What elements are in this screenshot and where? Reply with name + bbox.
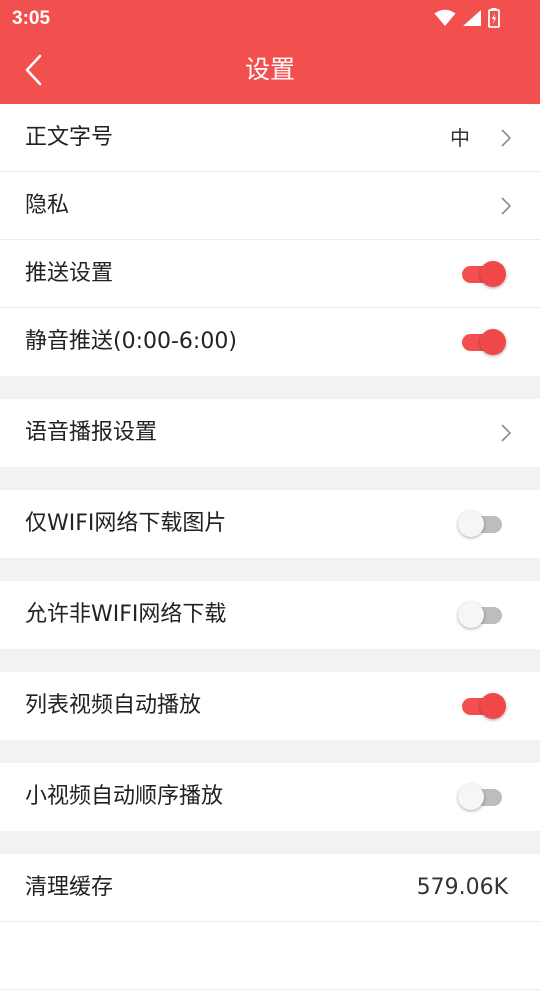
setting-list-video-autoplay: 列表视频自动播放 xyxy=(0,672,540,740)
setting-clear-cache[interactable]: 清理缓存 579.06K xyxy=(0,854,540,922)
setting-short-video-sequence: 小视频自动顺序播放 xyxy=(0,763,540,831)
cache-size-value: 579.06K xyxy=(416,875,508,900)
setting-wifi-images: 仅WIFI网络下载图片 xyxy=(0,490,540,558)
header: 3:05 设置 xyxy=(0,0,540,104)
settings-list: 正文字号 中 隐私 推送设置 静音推送(0:00-6:00) 语音播报设置 仅W… xyxy=(0,104,540,990)
setting-font-size[interactable]: 正文字号 中 xyxy=(0,104,540,172)
setting-label: 隐私 xyxy=(25,193,70,218)
setting-privacy[interactable]: 隐私 xyxy=(0,172,540,240)
status-bar: 3:05 xyxy=(0,0,540,36)
setting-label: 仅WIFI网络下载图片 xyxy=(25,511,227,536)
setting-label: 列表视频自动播放 xyxy=(25,693,202,718)
setting-label: 小视频自动顺序播放 xyxy=(25,784,224,809)
setting-non-wifi-download: 允许非WIFI网络下载 xyxy=(0,581,540,649)
list-video-autoplay-toggle[interactable] xyxy=(458,693,506,719)
section-divider xyxy=(0,740,540,763)
setting-label: 静音推送(0:00-6:00) xyxy=(25,329,237,354)
non-wifi-download-toggle[interactable] xyxy=(458,602,506,628)
section-divider xyxy=(0,467,540,490)
section-divider xyxy=(0,558,540,581)
font-size-value: 中 xyxy=(450,126,470,150)
signal-icon xyxy=(462,9,482,27)
mute-push-toggle[interactable] xyxy=(458,329,506,355)
wifi-icon xyxy=(434,9,456,27)
section-divider xyxy=(0,376,540,399)
setting-voice-broadcast[interactable]: 语音播报设置 xyxy=(0,399,540,467)
setting-label: 语音播报设置 xyxy=(25,420,158,445)
section-divider xyxy=(0,831,540,854)
status-time: 3:05 xyxy=(12,8,51,29)
setting-label: 正文字号 xyxy=(25,125,114,150)
status-icons xyxy=(434,8,500,28)
page-title: 设置 xyxy=(244,55,295,84)
chevron-right-icon xyxy=(501,424,512,442)
setting-label: 允许非WIFI网络下载 xyxy=(25,602,227,627)
setting-label: 清理缓存 xyxy=(25,875,114,900)
section-divider xyxy=(0,649,540,672)
chevron-right-icon xyxy=(501,197,512,215)
setting-next-item[interactable] xyxy=(0,922,540,990)
setting-mute-push: 静音推送(0:00-6:00) xyxy=(0,308,540,376)
short-video-sequence-toggle[interactable] xyxy=(458,784,506,810)
battery-charging-icon xyxy=(488,8,500,28)
setting-label: 推送设置 xyxy=(25,261,114,286)
push-toggle[interactable] xyxy=(458,261,506,287)
wifi-images-toggle[interactable] xyxy=(458,511,506,537)
chevron-right-icon xyxy=(501,129,512,147)
setting-push: 推送设置 xyxy=(0,240,540,308)
